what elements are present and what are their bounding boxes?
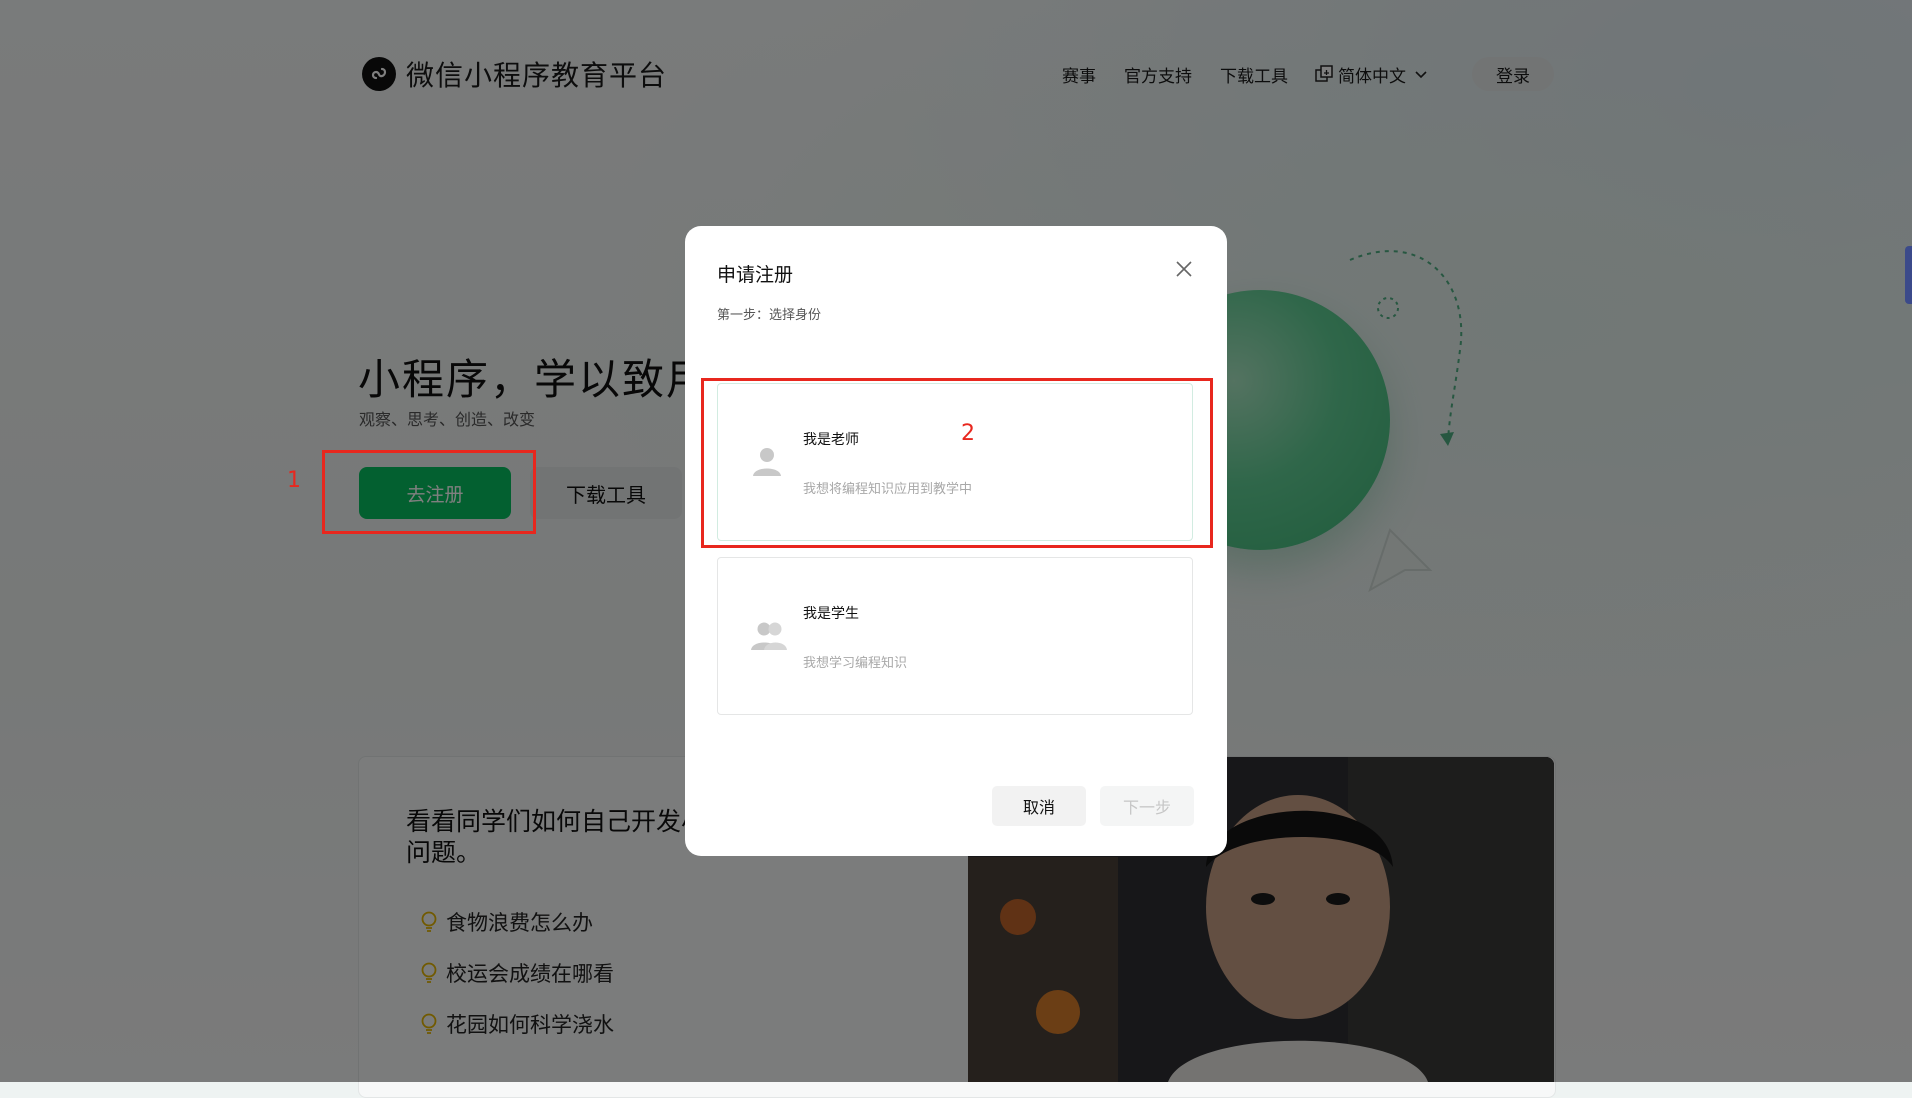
close-icon[interactable] (1175, 260, 1193, 278)
student-avatar-icon (751, 622, 787, 650)
annotation-number-2: 2 (961, 421, 975, 446)
next-step-button[interactable]: 下一步 (1100, 786, 1194, 826)
annotation-box-2 (701, 378, 1213, 548)
annotation-number-1: 1 (287, 468, 301, 493)
modal-step-label: 第一步：选择身份 (717, 308, 822, 323)
side-tab[interactable] (1905, 246, 1912, 304)
modal-title: 申请注册 (717, 264, 794, 286)
role-name: 我是学生 (803, 606, 859, 622)
role-description: 我想学习编程知识 (803, 656, 908, 671)
annotation-box-1 (322, 450, 536, 534)
cancel-button[interactable]: 取消 (992, 786, 1086, 826)
role-card-student[interactable]: 我是学生 我想学习编程知识 (717, 557, 1193, 715)
